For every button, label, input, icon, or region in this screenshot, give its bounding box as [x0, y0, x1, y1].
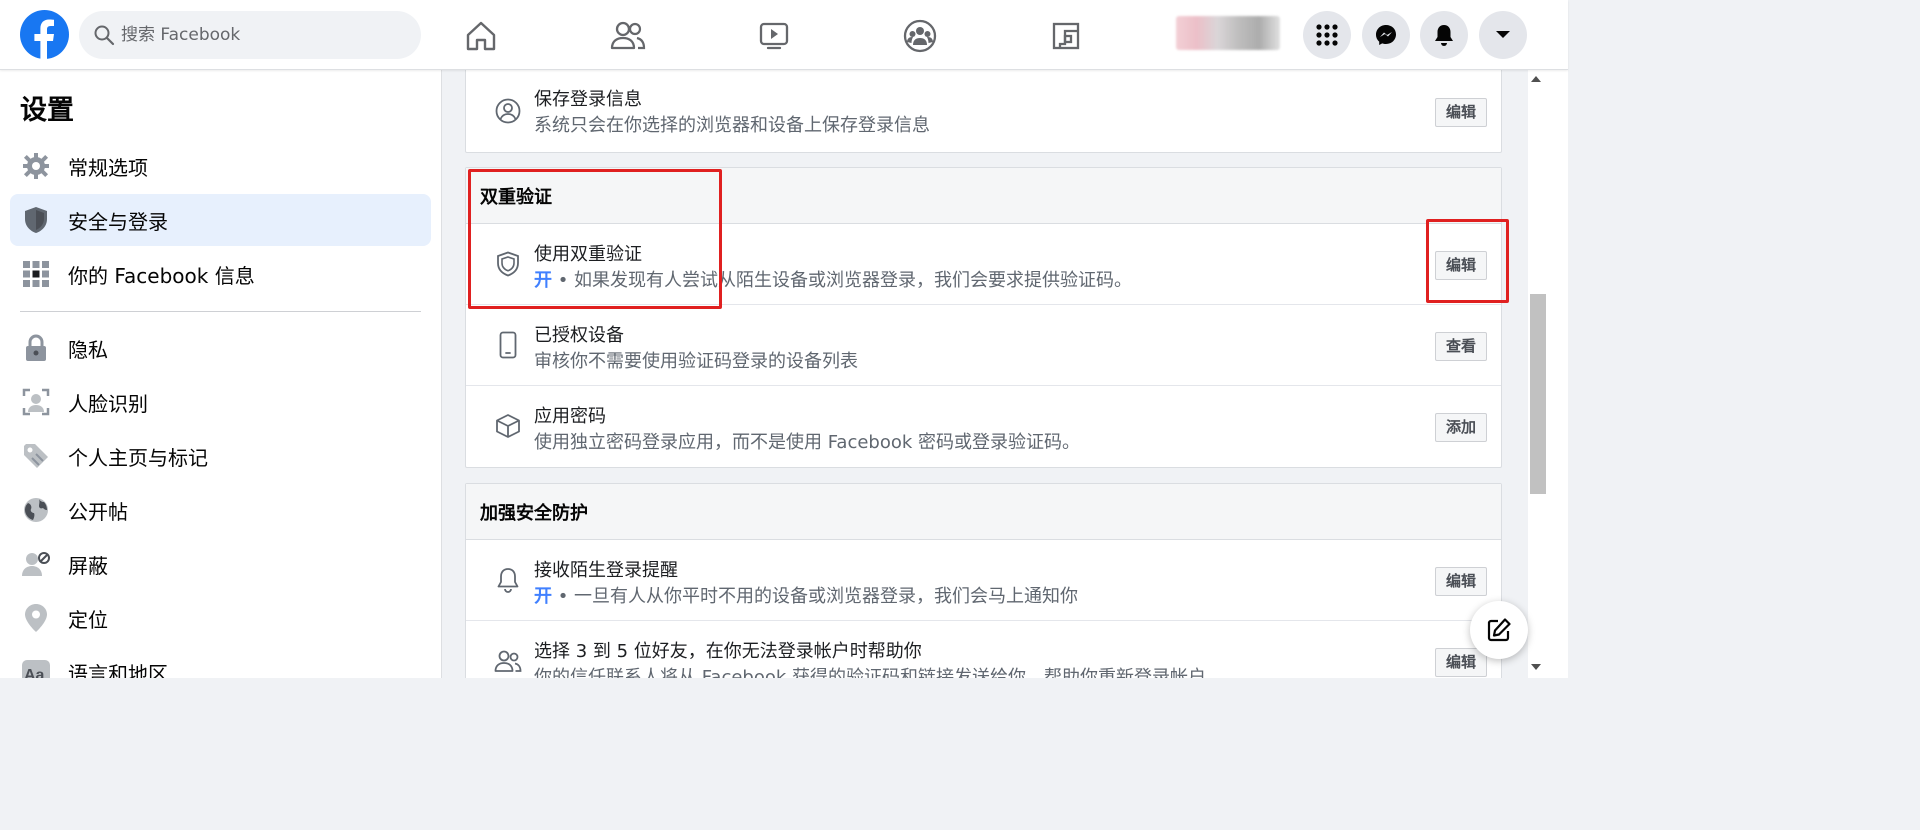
new-message-compose-icon[interactable]	[1470, 601, 1528, 659]
sidebar-title: 设置	[20, 95, 74, 126]
app-passwords-title: 应用密码	[534, 406, 606, 427]
scrollbar-thumb[interactable]	[1530, 294, 1546, 494]
sidebar-item-label: 个人主页与标记	[68, 445, 208, 470]
cube-icon	[494, 412, 522, 440]
login-alerts-row: 接收陌生登录提醒 开 • 一旦有人从你平时不用的设备或浏览器登录，我们会马上通知…	[466, 540, 1501, 621]
lock-icon	[20, 332, 52, 364]
save-login-desc: 系统只会在你选择的浏览器和设备上保存登录信息	[534, 115, 930, 136]
sidebar-item-label: 屏蔽	[68, 553, 108, 578]
profile-name-blurred[interactable]	[1176, 16, 1280, 50]
use-2fa-title: 使用双重验证	[534, 244, 642, 265]
status-on-badge: 开	[534, 586, 552, 607]
authorized-devices-title: 已授权设备	[534, 325, 624, 346]
bell-icon	[494, 566, 522, 594]
home-icon[interactable]	[459, 14, 503, 58]
language-icon: Aa	[20, 656, 52, 678]
app-passwords-desc: 使用独立密码登录应用，而不是使用 Facebook 密码或登录验证码。	[534, 432, 1081, 453]
svg-text:Aa: Aa	[24, 667, 45, 678]
scroll-up-arrow-icon[interactable]	[1531, 76, 1541, 82]
shield-outline-icon	[494, 250, 522, 278]
account-dropdown-icon[interactable]	[1479, 11, 1527, 59]
sidebar-item-label: 语言和地区	[68, 661, 168, 679]
sidebar-item-privacy[interactable]: 隐私	[10, 322, 431, 374]
menu-grid-icon[interactable]	[1303, 11, 1351, 59]
use-2fa-edit-button[interactable]: 编辑	[1434, 251, 1487, 280]
status-on-badge: 开	[534, 270, 552, 291]
use-2fa-desc: 开 • 如果发现有人尝试从陌生设备或浏览器登录，我们会要求提供验证码。	[534, 270, 1133, 291]
login-card: 保存登录信息 系统只会在你选择的浏览器和设备上保存登录信息 编辑	[465, 70, 1502, 153]
facebook-logo-icon[interactable]	[20, 10, 69, 59]
grid-icon	[20, 258, 52, 290]
user-circle-icon	[494, 97, 522, 125]
save-login-title: 保存登录信息	[534, 89, 642, 110]
sidebar-item-label: 公开帖	[68, 499, 128, 524]
authorized-devices-view-button[interactable]: 查看	[1434, 332, 1487, 361]
authorized-devices-desc: 审核你不需要使用验证码登录的设备列表	[534, 351, 858, 372]
sidebar-item-language[interactable]: Aa 语言和地区	[10, 646, 431, 678]
sidebar-item-location[interactable]: 定位	[10, 592, 431, 644]
groups-icon[interactable]	[898, 14, 942, 58]
two-factor-header: 双重验证	[466, 168, 1501, 224]
settings-sidebar: 设置 常规选项 安全与登录 你的 Facebook 信息 隐私 人脸识别 个人主…	[0, 70, 442, 678]
sidebar-item-face-recognition[interactable]: 人脸识别	[10, 376, 431, 428]
trusted-contacts-desc: 你的信任联系人将从 Facebook 获得的验证码和链接发送给你，帮助你重新登录…	[534, 667, 1207, 678]
save-login-row: 保存登录信息 系统只会在你选择的浏览器和设备上保存登录信息 编辑	[466, 70, 1501, 152]
use-2fa-row: 使用双重验证 开 • 如果发现有人尝试从陌生设备或浏览器登录，我们会要求提供验证…	[466, 224, 1501, 305]
login-alerts-desc: 开 • 一旦有人从你平时不用的设备或浏览器登录，我们会马上通知你	[534, 586, 1079, 607]
two-factor-card: 双重验证 使用双重验证 开 • 如果发现有人尝试从陌生设备或浏览器登录，我们会要…	[465, 167, 1502, 468]
trusted-contacts-row: 选择 3 到 5 位好友，在你无法登录帐户时帮助你 你的信任联系人将从 Face…	[466, 621, 1501, 678]
sidebar-item-facebook-info[interactable]: 你的 Facebook 信息	[10, 248, 431, 300]
sidebar-item-label: 安全与登录	[68, 209, 168, 234]
save-login-edit-button[interactable]: 编辑	[1434, 98, 1487, 127]
trusted-contacts-title: 选择 3 到 5 位好友，在你无法登录帐户时帮助你	[534, 641, 922, 662]
globe-icon	[20, 494, 52, 526]
watch-icon[interactable]	[752, 14, 796, 58]
search-icon	[94, 25, 115, 46]
extra-security-header: 加强安全防护	[466, 484, 1501, 540]
sidebar-item-label: 隐私	[68, 337, 108, 362]
sidebar-item-blocking[interactable]: 屏蔽	[10, 538, 431, 590]
trusted-contacts-edit-button[interactable]: 编辑	[1434, 648, 1487, 677]
authorized-devices-row: 已授权设备 审核你不需要使用验证码登录的设备列表 查看	[466, 305, 1501, 386]
search-box[interactable]	[79, 11, 421, 59]
extra-security-card: 加强安全防护 接收陌生登录提醒 开 • 一旦有人从你平时不用的设备或浏览器登录，…	[465, 483, 1502, 678]
top-bar	[0, 0, 1568, 70]
sidebar-item-general[interactable]: 常规选项	[10, 140, 431, 192]
sidebar-item-public-posts[interactable]: 公开帖	[10, 484, 431, 536]
location-icon	[20, 602, 52, 634]
login-alerts-title: 接收陌生登录提醒	[534, 560, 678, 581]
sidebar-item-security[interactable]: 安全与登录	[10, 194, 431, 246]
shield-icon	[20, 204, 52, 236]
sidebar-item-label: 人脸识别	[68, 391, 148, 416]
face-icon	[20, 386, 52, 418]
notifications-bell-icon[interactable]	[1420, 11, 1468, 59]
messenger-icon[interactable]	[1362, 11, 1410, 59]
sidebar-item-label: 定位	[68, 607, 108, 632]
search-input[interactable]	[121, 11, 411, 59]
app-passwords-row: 应用密码 使用独立密码登录应用，而不是使用 Facebook 密码或登录验证码。…	[466, 386, 1501, 467]
tag-icon	[20, 440, 52, 472]
login-alerts-edit-button[interactable]: 编辑	[1434, 567, 1487, 596]
gear-icon	[20, 150, 52, 182]
sidebar-item-profile-tagging[interactable]: 个人主页与标记	[10, 430, 431, 482]
app-passwords-add-button[interactable]: 添加	[1434, 413, 1487, 442]
main-content: 保存登录信息 系统只会在你选择的浏览器和设备上保存登录信息 编辑 双重验证 使用…	[442, 70, 1528, 678]
friends-outline-icon	[494, 647, 522, 675]
friends-icon[interactable]	[606, 14, 650, 58]
sidebar-item-label: 你的 Facebook 信息	[68, 263, 255, 288]
sidebar-divider	[20, 311, 421, 312]
sidebar-item-label: 常规选项	[68, 155, 148, 180]
gaming-icon[interactable]	[1044, 14, 1088, 58]
phone-icon	[494, 331, 522, 359]
scroll-down-arrow-icon[interactable]	[1531, 664, 1541, 670]
block-user-icon	[20, 548, 52, 580]
